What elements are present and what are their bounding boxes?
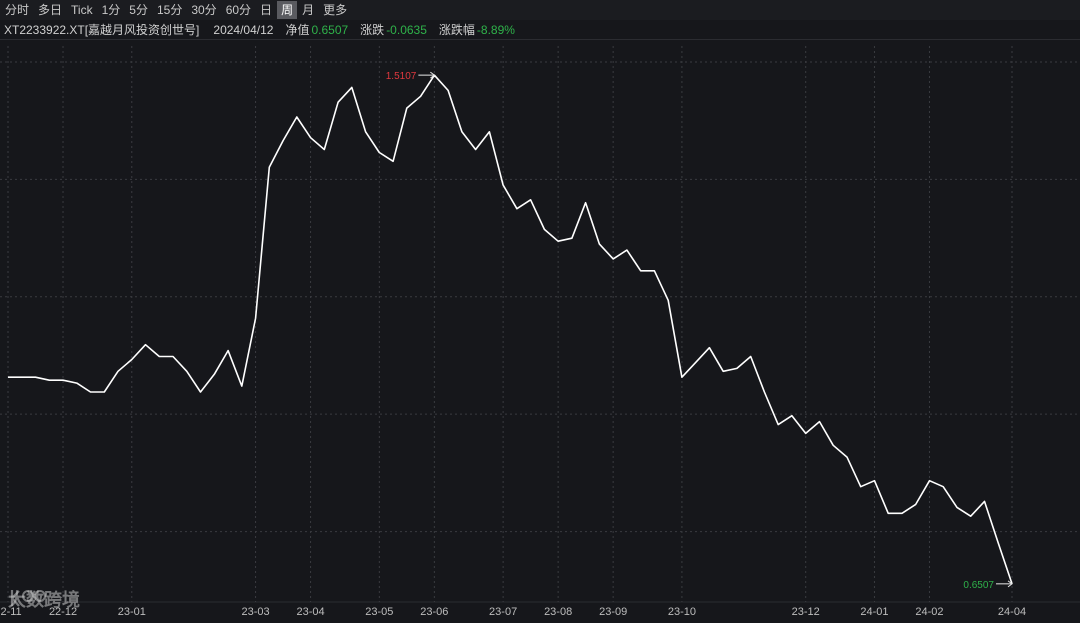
price-chart[interactable]: 22-1122-1223-0123-0323-0423-0523-0623-07… — [0, 40, 1080, 623]
pct-label: 涨跌幅 — [438, 23, 475, 37]
high-value-label: 1.5107 — [386, 71, 417, 82]
period-button[interactable]: 1分 — [98, 1, 125, 19]
change-label: 涨跌 — [360, 23, 385, 37]
x-tick-label: 23-08 — [544, 606, 572, 618]
period-button[interactable]: 更多 — [319, 1, 351, 19]
period-toolbar: 分时 多日 Tick 1分 5分 15分 30分 60分日周月更多 — [0, 0, 1080, 20]
period-button[interactable]: 60分 — [222, 1, 255, 19]
x-tick-label: 23-12 — [792, 606, 820, 618]
period-button[interactable]: 5分 — [125, 1, 152, 19]
x-tick-label: 24-01 — [860, 606, 888, 618]
x-tick-label: 23-01 — [118, 606, 146, 618]
x-tick-label: 23-04 — [297, 606, 325, 618]
period-button[interactable]: 月 — [298, 1, 318, 19]
pct-value: -8.89% — [476, 22, 515, 37]
brand-logo-icon — [10, 590, 46, 607]
x-tick-label: 23-10 — [668, 606, 696, 618]
period-button[interactable]: 周 — [277, 1, 298, 19]
x-tick-label: 23-09 — [599, 606, 627, 618]
nav-line — [8, 74, 1013, 585]
nav-label: 净值 — [285, 23, 310, 37]
x-tick-label: 23-07 — [489, 606, 517, 618]
change-value: -0.0635 — [386, 22, 427, 37]
x-tick-label: 24-04 — [998, 606, 1026, 618]
x-tick-label: 23-05 — [365, 606, 393, 618]
x-tick-label: 23-06 — [420, 606, 448, 618]
period-button[interactable]: 分时 — [1, 1, 33, 19]
period-button[interactable]: 多日 — [34, 1, 66, 19]
x-tick-label: 24-02 — [915, 606, 943, 618]
nav-value: 0.6507 — [311, 22, 349, 37]
low-value-label: 0.6507 — [963, 580, 994, 591]
period-button[interactable]: 日 — [256, 1, 276, 19]
fund-code: XT2233922.XT[嘉越月风投资创世号] — [4, 23, 200, 37]
period-button[interactable]: Tick — [67, 1, 97, 19]
x-tick-label: 23-03 — [241, 606, 269, 618]
watermark: 大数跨境 — [8, 586, 80, 612]
quote-date: 2024/04/12 — [213, 22, 274, 37]
info-bar: XT2233922.XT[嘉越月风投资创世号] 2024/04/12 净值 0.… — [0, 20, 1080, 39]
chart-area[interactable]: 22-1122-1223-0123-0323-0423-0523-0623-07… — [0, 39, 1080, 623]
period-button[interactable]: 15分 — [153, 1, 186, 19]
period-button[interactable]: 30分 — [187, 1, 220, 19]
